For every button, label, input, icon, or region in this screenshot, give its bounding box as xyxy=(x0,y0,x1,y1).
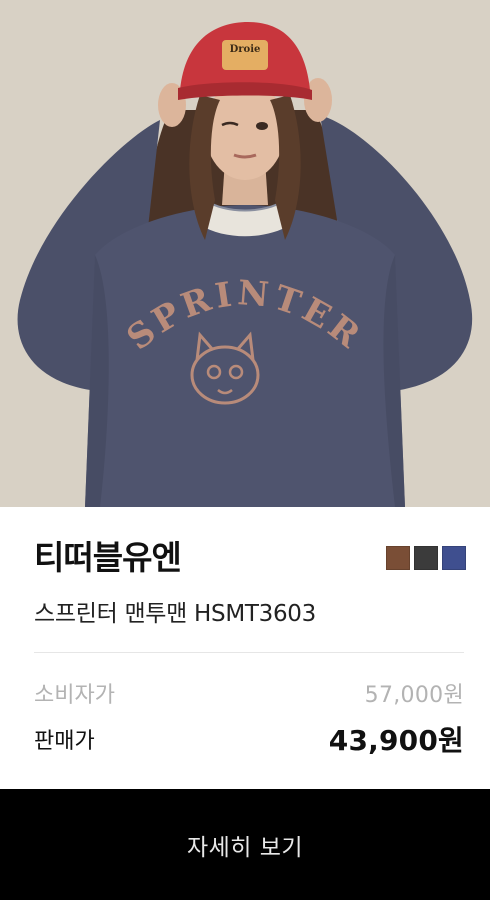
msrp-label: 소비자가 xyxy=(34,683,115,708)
sale-price-value: 43,900원 xyxy=(328,724,464,757)
color-swatch-brown[interactable] xyxy=(386,546,410,570)
product-image[interactable]: Droie SPRINTER xyxy=(0,0,490,507)
color-swatch-navy[interactable] xyxy=(442,546,466,570)
msrp-row: 소비자가 57,000원 xyxy=(34,676,464,710)
divider xyxy=(34,652,464,653)
msrp-value: 57,000원 xyxy=(364,683,464,708)
brand-name: 티떠블유엔 xyxy=(34,538,182,577)
view-details-button[interactable]: 자세히 보기 xyxy=(0,789,490,900)
sale-price-label: 판매가 xyxy=(34,729,95,754)
product-card: Droie SPRINTER 티떠블유엔 스프린터 맨투맨 HSMT3603 소… xyxy=(0,0,490,900)
color-swatch-charcoal[interactable] xyxy=(414,546,438,570)
color-swatches xyxy=(386,546,466,570)
product-name: 스프린터 맨투맨 HSMT3603 xyxy=(34,601,316,627)
product-photo-illustration: Droie SPRINTER xyxy=(0,0,490,507)
cap-logo-text: Droie xyxy=(230,44,261,55)
sale-price-row: 판매가 43,900원 xyxy=(34,720,464,758)
